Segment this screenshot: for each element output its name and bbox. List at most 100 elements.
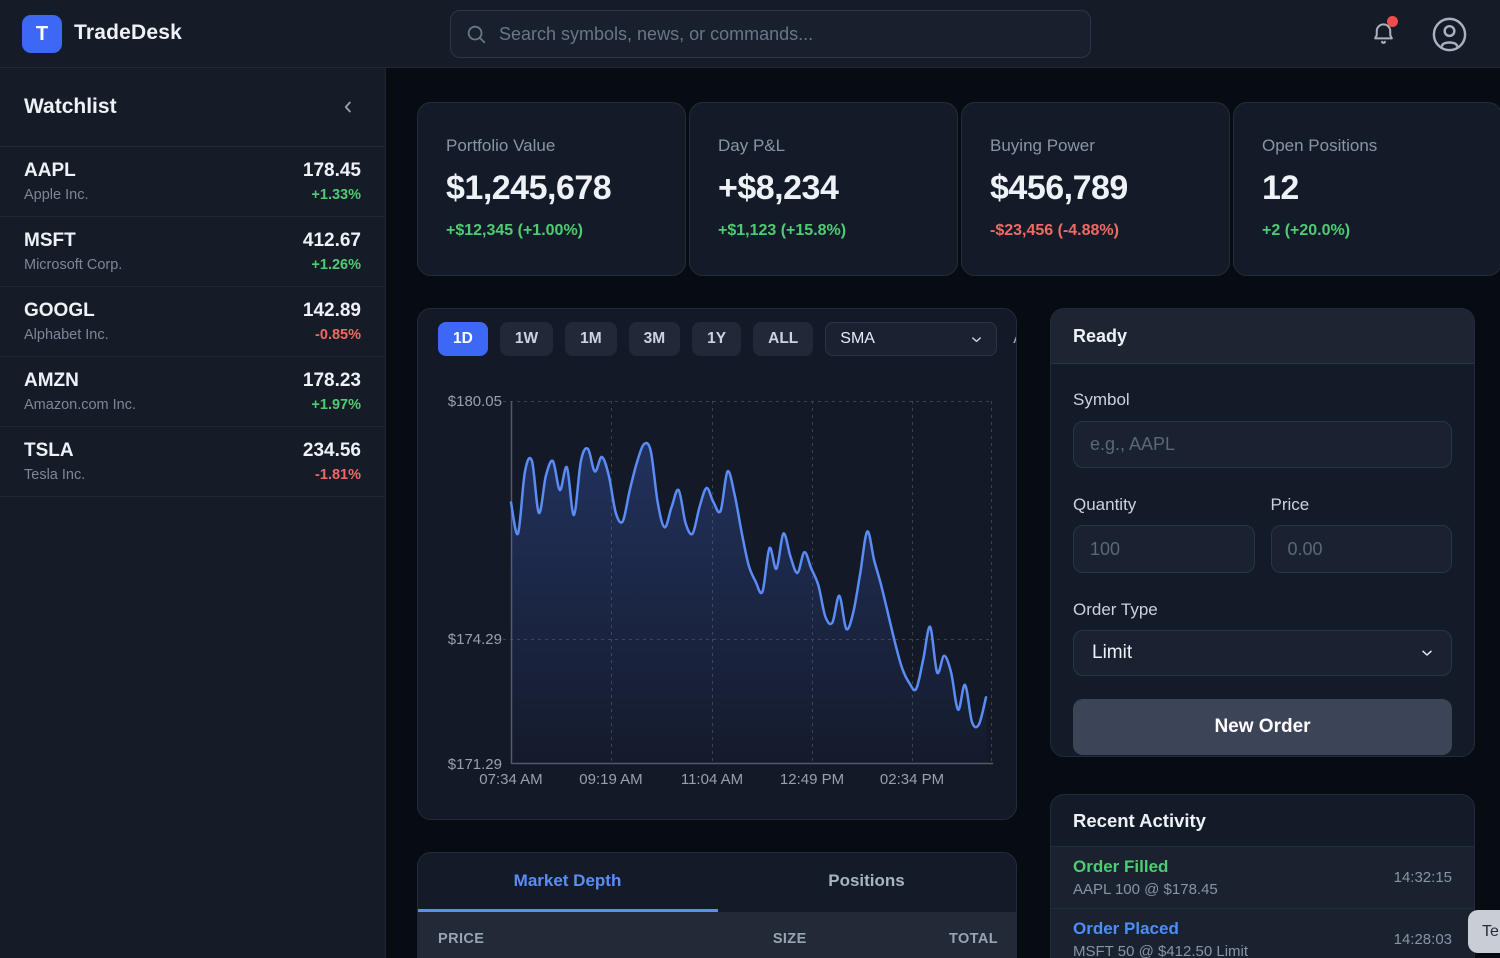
y-axis-label: $180.05 — [418, 393, 502, 410]
symbol-label: Symbol — [1073, 390, 1452, 410]
watchlist-company-name: Amazon.com Inc. — [24, 397, 136, 413]
timeframe-button-1m[interactable]: 1M — [565, 322, 617, 356]
recent-activity-title: Recent Activity — [1051, 795, 1474, 847]
watchlist-company-name: Microsoft Corp. — [24, 257, 122, 273]
indicator-select[interactable]: SMA — [825, 322, 997, 356]
watchlist-company-name: Apple Inc. — [24, 187, 89, 203]
depth-table-header: PRICE SIZE TOTAL — [418, 912, 1016, 958]
chevron-down-icon — [1419, 645, 1435, 661]
timeframe-button-1y[interactable]: 1Y — [692, 322, 741, 356]
watchlist-row-amzn[interactable]: AMZN Amazon.com Inc. 178.23 +1.97% — [0, 357, 385, 427]
watchlist-price: 178.23 — [303, 370, 361, 392]
indicator-selected-value: SMA — [840, 330, 875, 348]
timeframe-button-1w[interactable]: 1W — [500, 322, 553, 356]
chevron-down-icon — [969, 332, 984, 347]
timeframe-button-1d[interactable]: 1D — [438, 322, 488, 356]
watchlist-company-name: Tesla Inc. — [24, 467, 85, 483]
stat-card-day-pnl: Day P&L +$8,234 +$1,123 (+15.8%) — [689, 102, 958, 276]
activity-item: Order Filled AAPL 100 @ $178.45 14:32:15 — [1051, 847, 1474, 909]
stat-change: +$12,345 (+1.00%) — [446, 222, 657, 240]
watchlist-symbol: GOOGL — [24, 300, 109, 322]
brand-logo-letter: T — [36, 23, 48, 46]
activity-item: Order Placed MSFT 50 @ $412.50 Limit 14:… — [1051, 909, 1474, 958]
topbar: T TradeDesk — [0, 0, 1500, 68]
price-label: Price — [1271, 495, 1453, 515]
watchlist-company-name: Alphabet Inc. — [24, 327, 109, 343]
tab-market-depth[interactable]: Market Depth — [418, 853, 717, 909]
stat-change: -$23,456 (-4.88%) — [990, 222, 1201, 240]
tooltip-toast: Te — [1468, 910, 1500, 953]
price-input[interactable] — [1271, 525, 1453, 573]
stat-label: Buying Power — [990, 136, 1201, 156]
x-axis-label: 12:49 PM — [767, 771, 857, 788]
profile-button[interactable] — [1428, 13, 1470, 55]
watchlist-symbol: AAPL — [24, 160, 89, 182]
sidebar-collapse-button[interactable] — [335, 94, 361, 120]
watchlist-header: Watchlist — [0, 68, 385, 147]
quantity-input[interactable] — [1073, 525, 1255, 573]
notifications-button[interactable] — [1362, 13, 1404, 55]
x-axis-label: 02:34 PM — [867, 771, 957, 788]
stat-card-portfolio-value: Portfolio Value $1,245,678 +$12,345 (+1.… — [417, 102, 686, 276]
chart-panel: 1D 1W 1M 3M 1Y ALL SMA Annotate $180.05 … — [417, 308, 1017, 820]
price-chart-plot[interactable] — [511, 401, 993, 764]
market-depth-panel: Market Depth Positions PRICE SIZE TOTAL — [417, 852, 1017, 958]
annotate-button[interactable]: Annotate — [1013, 330, 1017, 348]
column-header-size: SIZE — [773, 931, 817, 958]
stat-value: $1,245,678 — [446, 169, 657, 208]
chart-area-fill — [511, 443, 986, 764]
watchlist-title: Watchlist — [24, 95, 117, 119]
order-type-selected-value: Limit — [1092, 642, 1132, 664]
order-type-select[interactable]: Limit — [1073, 630, 1452, 676]
new-order-button[interactable]: New Order — [1073, 699, 1452, 755]
stat-value: $456,789 — [990, 169, 1201, 208]
stat-card-buying-power: Buying Power $456,789 -$23,456 (-4.88%) — [961, 102, 1230, 276]
price-chart-svg — [511, 401, 993, 764]
watchlist-price: 412.67 — [303, 230, 361, 252]
symbol-input[interactable] — [1073, 421, 1452, 468]
watchlist-price: 178.45 — [303, 160, 361, 182]
column-header-price: PRICE — [418, 931, 617, 958]
watchlist-row-tsla[interactable]: TSLA Tesla Inc. 234.56 -1.81% — [0, 427, 385, 497]
recent-activity-panel: Recent Activity Order Filled AAPL 100 @ … — [1050, 794, 1475, 958]
order-type-label: Order Type — [1073, 600, 1452, 620]
watchlist-change: -0.85% — [303, 327, 361, 343]
y-axis-label: $174.29 — [418, 631, 502, 648]
brand-logo: T — [22, 15, 62, 53]
tab-positions[interactable]: Positions — [717, 853, 1016, 909]
search-input[interactable] — [499, 24, 1076, 45]
watchlist-symbol: AMZN — [24, 370, 136, 392]
depth-tabs: Market Depth Positions — [418, 853, 1016, 909]
column-header-total: TOTAL — [949, 931, 1016, 958]
watchlist-row-msft[interactable]: MSFT Microsoft Corp. 412.67 +1.26% — [0, 217, 385, 287]
watchlist-price: 142.89 — [303, 300, 361, 322]
timeframe-button-3m[interactable]: 3M — [629, 322, 681, 356]
watchlist-change: -1.81% — [303, 467, 361, 483]
watchlist-row-aapl[interactable]: AAPL Apple Inc. 178.45 +1.33% — [0, 147, 385, 217]
order-panel: Ready Symbol Quantity Price Order Type L… — [1050, 308, 1475, 757]
stat-label: Open Positions — [1262, 136, 1473, 156]
watchlist-price: 234.56 — [303, 440, 361, 462]
watchlist-change: +1.26% — [303, 257, 361, 273]
activity-item-time: 14:32:15 — [1394, 869, 1452, 886]
watchlist-symbol: MSFT — [24, 230, 122, 252]
activity-item-time: 14:28:03 — [1394, 931, 1452, 948]
stat-label: Day P&L — [718, 136, 929, 156]
stat-card-open-positions: Open Positions 12 +2 (+20.0%) — [1233, 102, 1500, 276]
x-axis-label: 09:19 AM — [566, 771, 656, 788]
stats-row: Portfolio Value $1,245,678 +$12,345 (+1.… — [417, 102, 1500, 276]
stat-value: 12 — [1262, 169, 1473, 208]
x-axis-label: 11:04 AM — [667, 771, 757, 788]
watchlist-sidebar: Watchlist AAPL Apple Inc. 178.45 +1.33% … — [0, 68, 386, 958]
watchlist-row-googl[interactable]: GOOGL Alphabet Inc. 142.89 -0.85% — [0, 287, 385, 357]
brand-name: TradeDesk — [74, 21, 182, 45]
search-icon — [465, 23, 487, 45]
app-root: T TradeDesk Watchlist — [0, 0, 1500, 958]
timeframe-button-all[interactable]: ALL — [753, 322, 813, 356]
watchlist-change: +1.33% — [303, 187, 361, 203]
chart-toolbar: 1D 1W 1M 3M 1Y ALL SMA Annotate — [438, 322, 1017, 356]
order-form: Symbol Quantity Price Order Type Limit N… — [1051, 390, 1474, 755]
stat-label: Portfolio Value — [446, 136, 657, 156]
quantity-label: Quantity — [1073, 495, 1255, 515]
notification-badge-dot — [1387, 16, 1398, 27]
